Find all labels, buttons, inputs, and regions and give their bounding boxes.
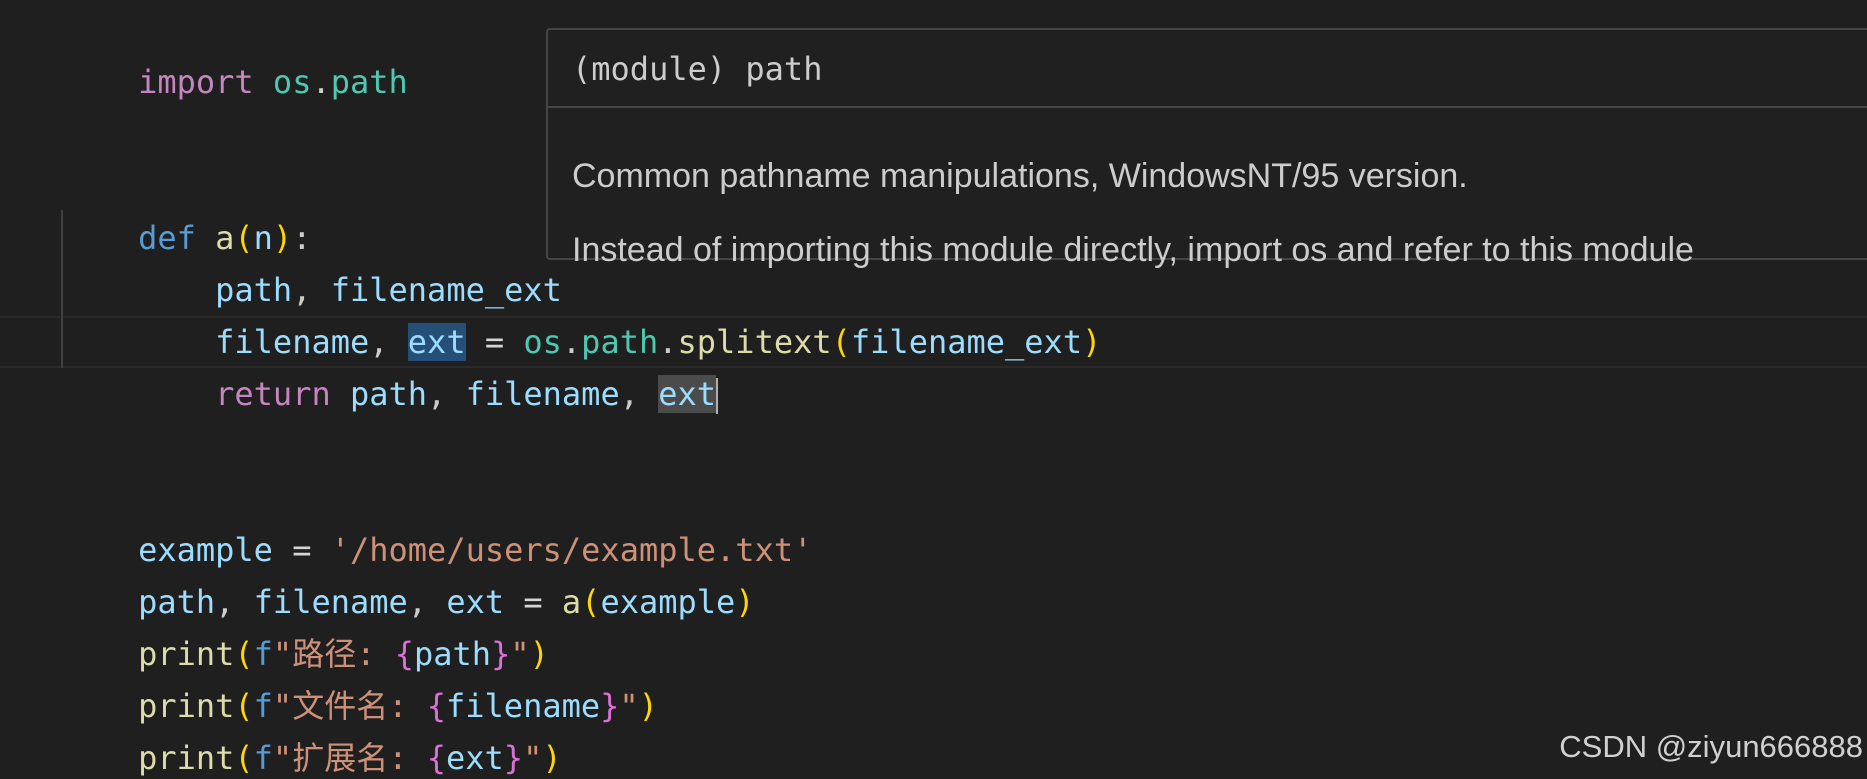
var-filename[interactable]: filename <box>466 375 620 413</box>
hover-tooltip[interactable]: (module) path Common pathname manipulati… <box>546 28 1867 269</box>
string-literal: " <box>619 687 639 725</box>
module-os[interactable]: os <box>273 63 312 101</box>
var-ext-highlighted[interactable]: ext <box>658 375 717 413</box>
hover-divider <box>548 106 1867 108</box>
function-print[interactable]: print <box>138 739 234 777</box>
open-paren: ( <box>581 583 601 621</box>
hover-doc-line-2: Instead of importing this module directl… <box>572 231 1694 269</box>
var-path[interactable]: path <box>350 375 427 413</box>
module-path[interactable]: path <box>331 63 408 101</box>
fstring-prefix: f <box>253 739 273 777</box>
close-paren: ) <box>1082 323 1102 361</box>
close-paren: ) <box>735 583 755 621</box>
code-line-10[interactable]: example = '/home/users/example.txt' <box>61 472 812 569</box>
dot: . <box>311 63 331 101</box>
hover-doc-line-1: Common pathname manipulations, WindowsNT… <box>572 157 1468 195</box>
code-line-5[interactable]: path, filename_ext <box>61 212 562 309</box>
code-line-14[interactable]: print(f"扩展名: {ext}") <box>61 680 562 777</box>
arg-example[interactable]: example <box>600 583 735 621</box>
code-line-7[interactable]: return path, filename, ext <box>61 316 719 414</box>
function-call-a[interactable]: a <box>562 583 581 621</box>
csdn-watermark: CSDN @ziyun666888 <box>1559 729 1863 764</box>
text-cursor <box>716 378 719 414</box>
code-editor[interactable]: import os.path def a(n): path, filename_… <box>0 0 1867 779</box>
open-paren: ( <box>234 739 254 777</box>
fstring-brace-close: } <box>600 687 620 725</box>
hover-signature: (module) path <box>572 50 823 88</box>
comma: , <box>427 375 466 413</box>
code-line-13[interactable]: print(f"文件名: {filename}") <box>61 628 658 725</box>
keyword-return: return <box>215 375 331 413</box>
code-line-12[interactable]: print(f"路径: {path}") <box>61 576 549 673</box>
fstring-brace-close: } <box>503 739 524 777</box>
fstring-expr-ext[interactable]: ext <box>446 739 504 777</box>
keyword-import: import <box>138 63 254 101</box>
string-literal: "扩展名: <box>272 739 427 777</box>
code-line-4[interactable]: def a(n): <box>61 160 311 257</box>
open-paren: ( <box>831 323 851 361</box>
fstring-brace-open: { <box>426 739 446 777</box>
close-paren: ) <box>542 739 562 777</box>
string-literal: " <box>523 739 543 777</box>
code-line-1[interactable]: import os.path <box>61 4 408 101</box>
arg-filename-ext[interactable]: filename_ext <box>851 323 1082 361</box>
close-paren: ) <box>638 687 658 725</box>
code-line-11[interactable]: path, filename, ext = a(example) <box>61 524 755 621</box>
comma: , <box>619 375 659 413</box>
